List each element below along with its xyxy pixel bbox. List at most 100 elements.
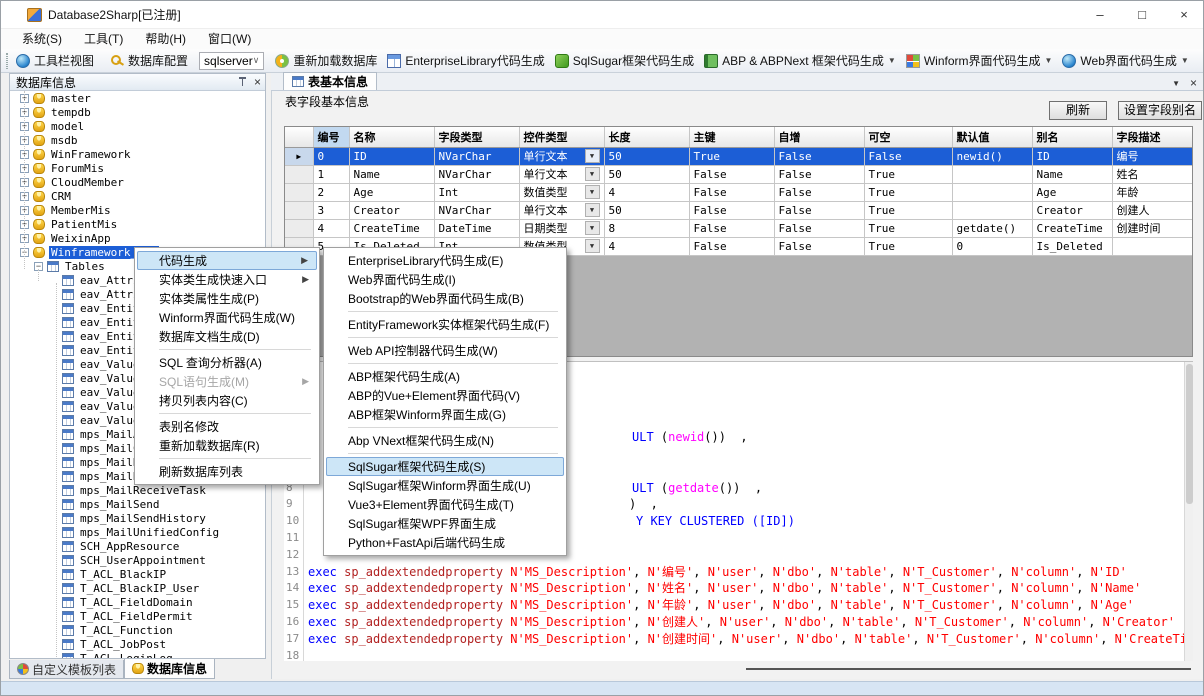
column-header[interactable]: 字段描述: [1112, 127, 1192, 147]
column-header[interactable]: 自增: [774, 127, 864, 147]
db-config-button[interactable]: 数据库配置: [105, 50, 193, 72]
column-header[interactable]: 长度: [604, 127, 689, 147]
abp-codegen-button[interactable]: ABP & ABPNext 框架代码生成 ▼: [699, 50, 901, 72]
grid-cell[interactable]: True: [864, 201, 952, 219]
tree-node-table[interactable]: T_ACL_BlackIP: [10, 567, 265, 581]
grid-cell[interactable]: NVarChar: [434, 201, 519, 219]
menubar-item[interactable]: 窗口(W): [197, 29, 262, 49]
grid-cell[interactable]: Is_Deleted: [1032, 237, 1112, 255]
grid-cell[interactable]: CreateTime: [1032, 219, 1112, 237]
grid-cell[interactable]: 3: [313, 201, 349, 219]
grid-cell[interactable]: True: [864, 183, 952, 201]
grid-cell[interactable]: 编号: [1112, 147, 1192, 165]
grid-cell[interactable]: ID: [1032, 147, 1112, 165]
grid-cell[interactable]: False: [774, 147, 864, 165]
submenu-item[interactable]: SqlSugar框架代码生成(S): [326, 457, 564, 476]
tab-table-basic-info[interactable]: 表基本信息: [283, 72, 377, 90]
grid-cell[interactable]: getdate(): [952, 219, 1032, 237]
context-menu-item[interactable]: SQL 查询分析器(A): [137, 353, 317, 372]
grid-cell[interactable]: [952, 183, 1032, 201]
grid-cell[interactable]: 50: [604, 147, 689, 165]
combo-dropdown-icon[interactable]: ▼: [585, 167, 600, 181]
submenu-item[interactable]: Vue3+Element界面代码生成(T): [326, 495, 564, 514]
submenu-item[interactable]: ABP框架代码生成(A): [326, 367, 564, 386]
toolbar-grip[interactable]: [6, 53, 8, 69]
submenu-item[interactable]: ABP的Vue+Element界面代码(V): [326, 386, 564, 405]
close-button[interactable]: ×: [1163, 1, 1204, 29]
grid-cell[interactable]: True: [864, 165, 952, 183]
tree-node-database[interactable]: +model: [10, 119, 265, 133]
grid-cell[interactable]: 创建人: [1112, 201, 1192, 219]
grid-cell[interactable]: DateTime: [434, 219, 519, 237]
dropdown-arrow-icon[interactable]: ▼: [888, 56, 896, 65]
column-header[interactable]: 别名: [1032, 127, 1112, 147]
table-row[interactable]: 4CreateTimeDateTime日期类型▼8FalseFalseTrueg…: [285, 219, 1192, 237]
grid-cell[interactable]: NVarChar: [434, 147, 519, 165]
grid-cell[interactable]: 创建时间: [1112, 219, 1192, 237]
grid-cell[interactable]: Age: [1032, 183, 1112, 201]
grid-cell[interactable]: 0: [313, 147, 349, 165]
tree-node-database[interactable]: +PatientMis: [10, 217, 265, 231]
row-selector-cell[interactable]: [285, 201, 313, 219]
tree-node-database[interactable]: +tempdb: [10, 105, 265, 119]
tree-node-table[interactable]: T_ACL_LoginLog: [10, 651, 265, 658]
refresh-button[interactable]: 刷新: [1049, 101, 1107, 120]
grid-cell[interactable]: True: [689, 147, 774, 165]
submenu-item[interactable]: Web界面代码生成(I): [326, 270, 564, 289]
combo-dropdown-icon[interactable]: ▼: [585, 203, 600, 217]
grid-cell[interactable]: Age: [349, 183, 434, 201]
grid-cell[interactable]: 4: [313, 219, 349, 237]
exit-button[interactable]: × 退出: [1200, 50, 1204, 72]
submenu-item[interactable]: Abp VNext框架代码生成(N): [326, 431, 564, 450]
grid-cell[interactable]: True: [864, 219, 952, 237]
grid-cell[interactable]: 单行文本▼: [519, 147, 604, 165]
tree-node-table[interactable]: SCH_AppResource: [10, 539, 265, 553]
grid-cell[interactable]: Int: [434, 183, 519, 201]
column-header[interactable]: 编号: [313, 127, 349, 147]
grid-cell[interactable]: Creator: [349, 201, 434, 219]
control-type-combo[interactable]: 数值类型▼: [524, 184, 600, 201]
grid-cell[interactable]: Name: [349, 165, 434, 183]
context-menu-item[interactable]: 重新加载数据库(R): [137, 436, 317, 455]
context-menu-item[interactable]: 数据库文档生成(D): [137, 327, 317, 346]
maximize-button[interactable]: □: [1121, 1, 1163, 29]
grid-cell[interactable]: [952, 201, 1032, 219]
grid-cell[interactable]: True: [864, 237, 952, 255]
control-type-combo[interactable]: 日期类型▼: [524, 220, 600, 237]
grid-cell[interactable]: [1112, 237, 1192, 255]
grid-cell[interactable]: 姓名: [1112, 165, 1192, 183]
column-header[interactable]: 主键: [689, 127, 774, 147]
grid-cell[interactable]: 单行文本▼: [519, 165, 604, 183]
entlib-codegen-button[interactable]: EnterpriseLibrary代码生成: [382, 50, 549, 72]
tree-node-database[interactable]: +ForumMis: [10, 161, 265, 175]
vertical-scrollbar[interactable]: [1184, 362, 1193, 661]
sqlsugar-codegen-button[interactable]: SqlSugar框架代码生成: [550, 50, 699, 72]
context-menu-item[interactable]: 刷新数据库列表: [137, 462, 317, 481]
submenu-item[interactable]: Bootstrap的Web界面代码生成(B): [326, 289, 564, 308]
grid-cell[interactable]: 2: [313, 183, 349, 201]
tree-node-database[interactable]: +WinFramework: [10, 147, 265, 161]
dropdown-arrow-icon[interactable]: ▼: [1181, 56, 1189, 65]
grid-cell[interactable]: 单行文本▼: [519, 201, 604, 219]
grid-cell[interactable]: False: [689, 201, 774, 219]
winform-codegen-button[interactable]: Winform界面代码生成 ▼: [901, 50, 1058, 72]
tree-node-table[interactable]: SCH_UserAppointment: [10, 553, 265, 567]
dropdown-arrow-icon[interactable]: ▼: [1045, 56, 1053, 65]
grid-cell[interactable]: False: [864, 147, 952, 165]
grid-cell[interactable]: 50: [604, 165, 689, 183]
tree-node-database[interactable]: +CRM: [10, 189, 265, 203]
combo-dropdown-icon[interactable]: ▼: [585, 185, 600, 199]
tree-node-table[interactable]: T_ACL_JobPost: [10, 637, 265, 651]
table-row[interactable]: 3CreatorNVarChar单行文本▼50FalseFalseTrueCre…: [285, 201, 1192, 219]
tab-close-icon[interactable]: ×: [1190, 76, 1197, 90]
submenu-item[interactable]: SqlSugar框架WPF界面生成: [326, 514, 564, 533]
tree-node-table[interactable]: mps_MailUnifiedConfig: [10, 525, 265, 539]
table-row[interactable]: 1NameNVarChar单行文本▼50FalseFalseTrueName姓名: [285, 165, 1192, 183]
grid-cell[interactable]: False: [774, 165, 864, 183]
control-type-combo[interactable]: 单行文本▼: [524, 148, 600, 165]
grid-cell[interactable]: 50: [604, 201, 689, 219]
grid-cell[interactable]: False: [689, 219, 774, 237]
context-menu-item[interactable]: 拷贝列表内容(C): [137, 391, 317, 410]
grid-cell[interactable]: 0: [952, 237, 1032, 255]
minimize-button[interactable]: –: [1079, 1, 1121, 29]
